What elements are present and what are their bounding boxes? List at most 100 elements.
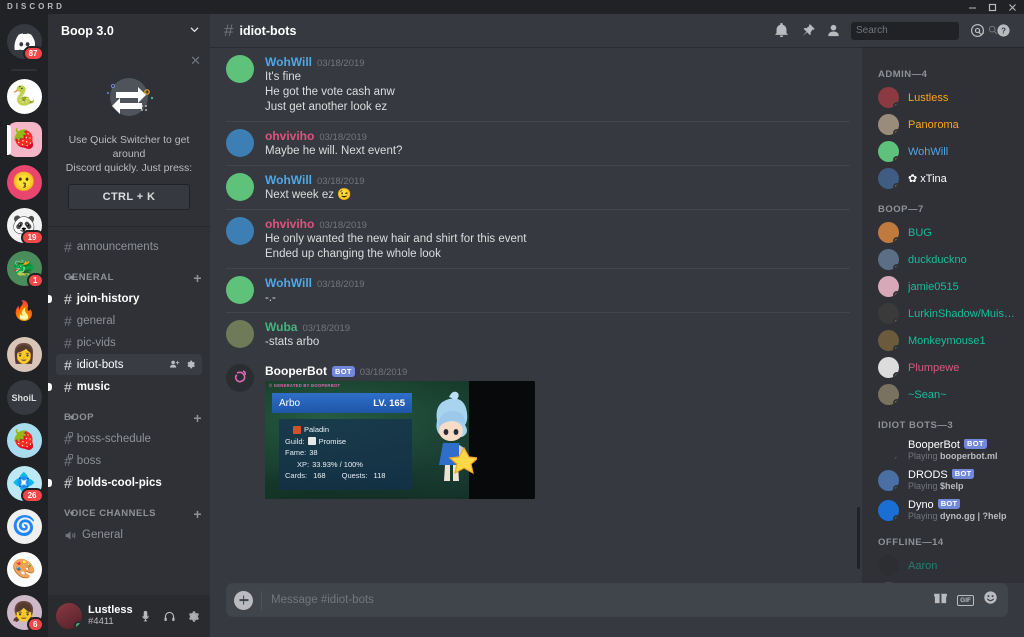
help-icon[interactable]: ?	[990, 18, 1016, 44]
guild-snake[interactable]: 🐍	[6, 79, 42, 114]
gif-button[interactable]: GIF	[957, 594, 974, 606]
maximize-button[interactable]	[982, 0, 1002, 14]
server-home[interactable]: 87	[6, 24, 44, 61]
channel-idiot-bots[interactable]: # idiot-bots	[56, 354, 202, 375]
headphones-icon[interactable]	[158, 604, 180, 628]
avatar[interactable]	[226, 173, 254, 201]
guild-strawberry[interactable]: 🍓	[6, 122, 42, 157]
message-author[interactable]: WohWill	[265, 276, 312, 290]
guild-face[interactable]: 😗	[6, 165, 42, 200]
avatar[interactable]	[226, 276, 254, 304]
guild-fire[interactable]: 🔥	[6, 294, 42, 329]
channel-general[interactable]: # general	[56, 310, 202, 331]
cards-label: Cards:	[285, 471, 308, 480]
avatar[interactable]	[56, 603, 82, 629]
minimize-button[interactable]	[962, 0, 982, 14]
pin-icon[interactable]	[794, 18, 820, 44]
hash-icon: #	[64, 356, 72, 373]
channel-category-voice-channels[interactable]: ▾ VOICE CHANNELS +	[48, 494, 210, 523]
member-row[interactable]: jamie0515	[862, 273, 1024, 300]
message-input-box[interactable]: Message #idiot-bots GIF	[226, 583, 1008, 617]
guild-header[interactable]: Boop 3.0	[48, 14, 210, 47]
search-box[interactable]	[851, 21, 998, 40]
channel-bolds-cool-pics[interactable]: # bolds-cool-pics	[48, 472, 202, 493]
add-attachment-icon[interactable]	[234, 590, 253, 610]
microphone-icon[interactable]	[134, 604, 156, 628]
guild-berry[interactable]: 🍓	[6, 423, 42, 458]
chevron-down-icon[interactable]	[189, 24, 200, 38]
close-icon[interactable]: ✕	[190, 54, 201, 67]
member-row[interactable]: DRODS BOT Playing $help	[862, 465, 1024, 495]
member-row[interactable]: duckduckno	[862, 246, 1024, 273]
invite-icon[interactable]	[169, 359, 180, 370]
message-author[interactable]: WohWill	[265, 173, 312, 187]
message-author[interactable]: BooperBot	[265, 364, 327, 378]
emoji-icon[interactable]	[983, 590, 998, 610]
member-row[interactable]: LurkinShadow/Muis/A...	[862, 300, 1024, 327]
settings-icon[interactable]	[185, 359, 196, 370]
channel-category-general[interactable]: ▾ GENERAL +	[48, 258, 210, 287]
member-list[interactable]: ADMIN—4 Lustless Panoroma WohWill ✿ xTina BOO…	[862, 47, 1024, 583]
message-input-placeholder[interactable]: Message #idiot-bots	[271, 594, 933, 606]
guild-swirl[interactable]: 🌀	[6, 509, 42, 544]
message-author[interactable]: WohWill	[265, 55, 312, 69]
avatar[interactable]	[226, 364, 254, 392]
channel-category-boop[interactable]: ▾ BOOP +	[48, 398, 210, 427]
close-button[interactable]	[1002, 0, 1022, 14]
message-scrollbar[interactable]	[857, 507, 860, 569]
character-name: Arbo	[279, 397, 301, 409]
member-row[interactable]: Monkeymouse1	[862, 327, 1024, 354]
member-row[interactable]: WohWill	[862, 138, 1024, 165]
add-channel-icon[interactable]: +	[193, 271, 202, 285]
guild-shoil[interactable]: ShoiL	[6, 380, 42, 415]
channel-actions[interactable]	[169, 359, 196, 370]
channel-music[interactable]: # music	[48, 376, 202, 397]
server-rail[interactable]: 87 🐍🍓😗🐼19🐲1🔥👩ShoiL🍓💠26🌀🎨👧6🐰12🌇49NEW	[0, 14, 48, 637]
quick-switcher-shortcut[interactable]: CTRL + K	[68, 184, 190, 210]
channel-announcements[interactable]: # announcements	[56, 236, 202, 257]
game-stats-embed[interactable]: © GENERATED BY BOOPERBOT Arbo LV. 165 Pa…	[265, 381, 535, 499]
message-list[interactable]: WohWill 03/18/2019 It's fine He got the vot…	[210, 47, 862, 583]
guild-panda[interactable]: 🐼 19	[6, 208, 44, 245]
add-channel-icon[interactable]: +	[193, 411, 202, 425]
channel-join-history[interactable]: # join-history	[48, 288, 202, 309]
avatar[interactable]	[226, 55, 254, 83]
member-row[interactable]: Lustless	[862, 84, 1024, 111]
message-author[interactable]: Wuba	[265, 320, 297, 334]
member-row[interactable]: ✿ xTina	[862, 165, 1024, 192]
status-indicator	[893, 129, 899, 135]
guild-label: Guild:	[285, 436, 305, 446]
member-row[interactable]: Aaron	[862, 552, 1024, 579]
members-icon[interactable]	[820, 18, 846, 44]
member-row[interactable]: Plumpewe	[862, 354, 1024, 381]
guild-anime[interactable]: 👧 6	[6, 595, 44, 632]
message-author[interactable]: ohviviho	[265, 129, 314, 143]
guild-art[interactable]: 🎨	[6, 552, 42, 587]
message-author[interactable]: ohviviho	[265, 217, 314, 231]
channel-list[interactable]: # announcements ▾ GENERAL + # join-history # gen…	[48, 227, 210, 595]
gift-icon[interactable]	[933, 590, 948, 610]
bell-icon[interactable]	[768, 18, 794, 44]
member-row[interactable]: ~Sean~	[862, 381, 1024, 408]
add-channel-icon[interactable]: +	[193, 507, 202, 521]
member-row[interactable]: BooperBot BOT Playing booperbot.ml	[862, 435, 1024, 465]
channel-boss-schedule[interactable]: # boss-schedule	[56, 428, 202, 449]
channel-label: boss	[76, 454, 102, 467]
channel-pic-vids[interactable]: # pic-vids	[56, 332, 202, 353]
member-row[interactable]: Dyno BOT Playing dyno.gg | ?help	[862, 495, 1024, 525]
member-row[interactable]: Panoroma	[862, 111, 1024, 138]
settings-gear-icon[interactable]	[182, 604, 204, 628]
message-text: -.-	[265, 292, 276, 304]
guild-art-glyph: 🎨	[12, 559, 36, 580]
channel-boss[interactable]: # boss	[56, 450, 202, 471]
avatar	[878, 499, 899, 521]
member-row[interactable]: BUG	[862, 219, 1024, 246]
avatar[interactable]	[226, 129, 254, 157]
mentions-icon[interactable]	[964, 18, 990, 44]
guild-monster[interactable]: 🐲 1	[6, 251, 44, 288]
avatar[interactable]	[226, 320, 254, 348]
guild-girl[interactable]: 👩	[6, 337, 42, 372]
guild-his[interactable]: 💠 26	[6, 466, 44, 503]
avatar[interactable]	[226, 217, 254, 245]
channel-General[interactable]: General	[56, 524, 202, 545]
